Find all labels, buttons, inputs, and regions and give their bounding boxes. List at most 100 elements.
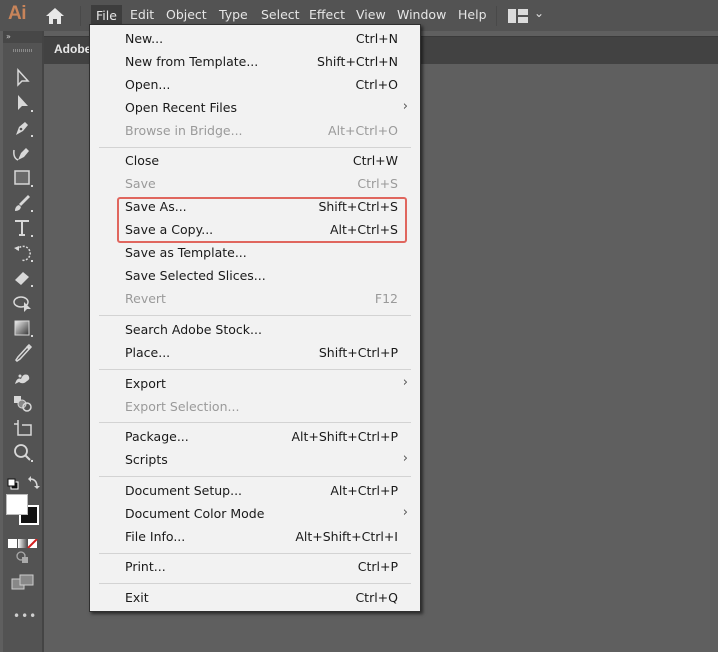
selection-arrow-icon — [17, 68, 30, 87]
menu-item-label: New... — [125, 31, 164, 46]
menu-item-shortcut: Ctrl+O — [355, 77, 398, 92]
menu-item-label: Export Selection... — [125, 399, 240, 414]
menu-item-label: Open... — [125, 77, 171, 92]
menu-view[interactable]: View — [356, 7, 386, 22]
rectangle-icon — [14, 170, 33, 187]
menu-item-shortcut: Alt+Ctrl+P — [330, 483, 398, 498]
default-colors-icon — [7, 478, 19, 490]
menu-item-print[interactable]: Print... Ctrl+P — [90, 556, 420, 579]
menu-item-revert[interactable]: Revert F12 — [90, 288, 420, 311]
menu-type[interactable]: Type — [219, 7, 248, 22]
menu-item-label: New from Template... — [125, 54, 259, 69]
menu-item-label: Browse in Bridge... — [125, 123, 243, 138]
eyedropper-tool[interactable] — [11, 342, 35, 364]
type-tool[interactable] — [11, 217, 35, 239]
menu-item-close[interactable]: Close Ctrl+W — [90, 150, 420, 173]
menu-separator — [99, 147, 411, 148]
menu-item-exit[interactable]: Exit Ctrl+Q — [90, 587, 420, 610]
menu-item-shortcut: Alt+Shift+Ctrl+P — [291, 429, 398, 444]
app-logo: Ai — [8, 3, 27, 24]
menu-item-shortcut: Ctrl+S — [357, 176, 398, 191]
workspace-switcher[interactable] — [508, 8, 528, 27]
menu-item-label: Save Selected Slices... — [125, 268, 266, 283]
menu-item-label: Document Color Mode — [125, 506, 265, 521]
fill-swatch[interactable] — [6, 494, 28, 515]
eyedropper-icon — [15, 343, 33, 362]
selection-tool[interactable] — [11, 67, 35, 89]
chevron-down-icon[interactable]: ⌄ — [534, 6, 544, 20]
direct-selection-icon — [18, 95, 33, 112]
blend-tool[interactable] — [11, 392, 35, 414]
menu-item-scripts[interactable]: Scripts › — [90, 449, 420, 472]
artboard-tool[interactable] — [11, 417, 35, 439]
menu-item-export[interactable]: Export › — [90, 373, 420, 396]
menu-item-new[interactable]: New... Ctrl+N — [90, 28, 420, 51]
menu-item-save-as-template[interactable]: Save as Template... — [90, 242, 420, 265]
menu-item-shortcut: Shift+Ctrl+N — [317, 54, 398, 69]
pen-tool[interactable] — [11, 117, 35, 139]
menu-item-file-info[interactable]: File Info... Alt+Shift+Ctrl+I — [90, 526, 420, 549]
menu-item-search-adobe-stock[interactable]: Search Adobe Stock... — [90, 319, 420, 342]
puppet-warp-tool[interactable] — [11, 367, 35, 389]
screen-mode-icon — [11, 574, 34, 590]
menu-item-label: Scripts — [125, 452, 168, 467]
menu-item-label: Open Recent Files — [125, 100, 237, 115]
paintbrush-icon — [15, 195, 33, 212]
gradient-tool[interactable] — [11, 317, 35, 339]
menu-help[interactable]: Help — [458, 7, 487, 22]
direct-selection-tool[interactable] — [11, 92, 35, 114]
toolbar-grip[interactable] — [13, 49, 33, 52]
more-tools-icon[interactable]: ••• — [13, 609, 37, 623]
menu-window[interactable]: Window — [397, 7, 446, 22]
curvature-tool[interactable] — [11, 142, 35, 164]
screen-mode-button[interactable] — [11, 574, 35, 590]
menu-item-shortcut: Ctrl+W — [352, 153, 398, 168]
default-fill-stroke-button[interactable] — [7, 475, 19, 490]
menu-object[interactable]: Object — [166, 7, 207, 22]
tools-panel: » ••• — [3, 31, 44, 652]
menu-item-shortcut: Ctrl+N — [355, 31, 398, 46]
rotate-tool[interactable] — [11, 242, 35, 264]
menu-item-place[interactable]: Place... Shift+Ctrl+P — [90, 342, 420, 365]
menu-item-browse-in-bridge[interactable]: Browse in Bridge... Alt+Ctrl+O — [90, 120, 420, 143]
collapse-toolbar-button[interactable]: » — [3, 31, 42, 43]
menu-item-document-color-mode[interactable]: Document Color Mode › — [90, 503, 420, 526]
menu-item-package[interactable]: Package... Alt+Shift+Ctrl+P — [90, 426, 420, 449]
paintbrush-tool[interactable] — [11, 192, 35, 214]
zoom-tool[interactable] — [11, 442, 35, 464]
curvature-pen-icon — [13, 148, 29, 161]
menu-item-shortcut: Shift+Ctrl+P — [318, 345, 398, 360]
menu-item-label: Print... — [125, 559, 166, 574]
home-button[interactable] — [45, 7, 65, 25]
color-gradient-none-icon — [8, 538, 38, 549]
swap-fill-stroke-button[interactable] — [28, 475, 40, 489]
menu-item-shortcut: Ctrl+P — [357, 559, 398, 574]
color-mode-buttons[interactable] — [8, 533, 38, 549]
gradient-icon — [14, 320, 33, 337]
menu-select[interactable]: Select — [261, 7, 300, 22]
document-tab[interactable]: Adobe — [54, 42, 91, 56]
menu-item-label: Save as Template... — [125, 245, 247, 260]
menu-item-label: Package... — [125, 429, 189, 444]
menu-item-export-selection[interactable]: Export Selection... — [90, 396, 420, 419]
submenu-arrow-icon: › — [402, 505, 408, 520]
shape-builder-tool[interactable] — [11, 292, 35, 314]
type-icon — [15, 220, 33, 237]
menu-item-document-setup[interactable]: Document Setup... Alt+Ctrl+P — [90, 480, 420, 503]
menu-item-open-recent-files[interactable]: Open Recent Files › — [90, 97, 420, 120]
menu-effect[interactable]: Effect — [309, 7, 345, 22]
menu-item-label: Revert — [125, 291, 166, 306]
menubar-divider — [80, 6, 81, 26]
menu-file[interactable]: File — [91, 5, 122, 26]
draw-normal-icon — [16, 551, 28, 563]
menu-item-save[interactable]: Save Ctrl+S — [90, 173, 420, 196]
menu-item-label: Search Adobe Stock... — [125, 322, 262, 337]
menu-item-save-selected-slices[interactable]: Save Selected Slices... — [90, 265, 420, 288]
eraser-tool[interactable] — [11, 267, 35, 289]
menu-item-new-from-template[interactable]: New from Template... Shift+Ctrl+N — [90, 51, 420, 74]
menu-edit[interactable]: Edit — [130, 7, 154, 22]
puppet-warp-icon — [15, 374, 30, 384]
drawing-mode-button[interactable] — [13, 549, 31, 565]
rectangle-tool[interactable] — [11, 167, 35, 189]
menu-item-open[interactable]: Open... Ctrl+O — [90, 74, 420, 97]
